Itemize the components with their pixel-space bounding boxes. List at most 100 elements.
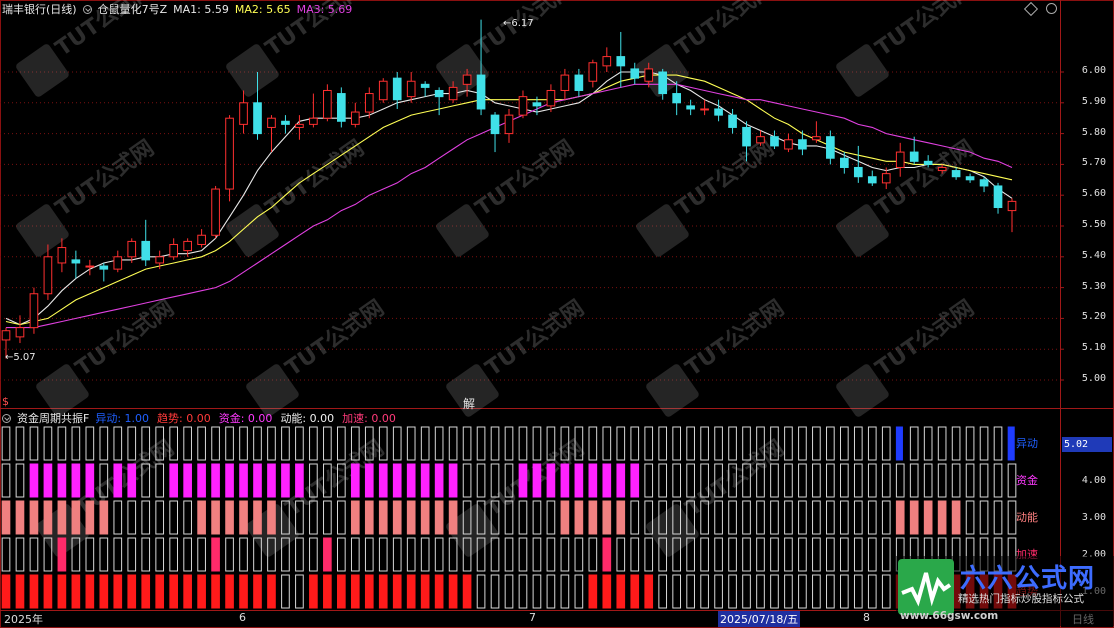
indicator-bar xyxy=(392,574,402,609)
indicator-bar xyxy=(211,426,220,461)
indicator-bar xyxy=(700,537,709,572)
indicator-bar xyxy=(993,426,1003,461)
indicator-bar xyxy=(518,537,528,572)
indicator-bar xyxy=(867,426,877,461)
indicator-bar xyxy=(337,537,346,572)
indicator-bar xyxy=(965,463,975,498)
indicator-bar xyxy=(993,500,1003,535)
watermark-slogan: 精选热门指标炒股指标公式 xyxy=(958,593,1084,605)
indicator-bar xyxy=(546,463,556,498)
indicator-bar xyxy=(923,500,933,535)
indicator-bar xyxy=(490,537,500,572)
candlestick xyxy=(784,133,793,153)
indicator-bar xyxy=(71,500,81,535)
indicator-bar xyxy=(85,426,95,461)
indicator-bar xyxy=(630,463,640,498)
indicator-bar xyxy=(113,463,123,498)
indicator-bar xyxy=(546,574,556,609)
current-date-label[interactable]: 2025/07/18/五 xyxy=(718,611,801,627)
indicator-bar xyxy=(518,426,528,461)
indicator-bar xyxy=(812,426,821,461)
candle-body xyxy=(211,188,220,236)
collapse-icon[interactable] xyxy=(2,413,11,423)
indicator-bar xyxy=(434,574,444,609)
watermark-tile: TUT公式网 xyxy=(16,136,159,257)
indicator-bar xyxy=(364,463,374,498)
price-tick-label: 5.50 xyxy=(1081,219,1106,230)
indicator-name[interactable]: 仓鼠量化7号Z xyxy=(98,1,168,17)
indicator-bar xyxy=(462,463,472,498)
indicator-bar xyxy=(141,537,151,572)
indicator-bar xyxy=(448,574,458,609)
indicator-bar xyxy=(1,463,11,498)
candlestick xyxy=(504,108,514,143)
indicator-bar xyxy=(895,500,905,535)
indicator-bar xyxy=(169,500,178,535)
indicator-bar xyxy=(364,537,374,572)
indicator-bar xyxy=(434,500,444,535)
circle-menu-icon[interactable] xyxy=(1046,3,1057,14)
indicator-bar xyxy=(476,426,486,461)
indicator-bar xyxy=(937,426,947,461)
indicator-bar xyxy=(490,574,500,609)
indicator-bar xyxy=(169,537,178,572)
indicator-bar xyxy=(127,426,137,461)
stock-name: 瑞丰银行(日线) xyxy=(2,3,77,16)
candlestick xyxy=(197,229,206,248)
indicator-bar xyxy=(141,574,151,609)
indicator-bar xyxy=(406,463,416,498)
watermark-tile-text: TUT公式网 xyxy=(281,296,389,382)
watermark-tile: TUT公式网 xyxy=(36,296,179,417)
candlestick xyxy=(169,238,178,260)
price-tick-label: 6.00 xyxy=(1081,65,1106,76)
indicator-bar xyxy=(504,537,514,572)
indicator-bar xyxy=(574,537,584,572)
indicator-bar xyxy=(420,574,430,609)
candlestick xyxy=(99,262,109,282)
indicator-header: 资金周期共振F 异动: 1.00 趋势: 0.00 资金: 0.00 动能: 0.00… xyxy=(2,411,396,425)
price-chart[interactable]: TUT公式网 TUT公式网 TUT公式网 TUT公式网 TUT公式网 TUT公式网 TUT公… xyxy=(0,0,1114,628)
indicator-bar xyxy=(560,463,570,498)
indicator-bar xyxy=(29,463,39,498)
indicator-bar xyxy=(323,574,332,609)
indicator-bar xyxy=(323,500,332,535)
indicator-bar xyxy=(756,574,765,609)
indicator-bar xyxy=(1007,426,1015,461)
candlestick xyxy=(239,90,248,134)
indicator-bar xyxy=(350,463,360,498)
indicator-bar xyxy=(798,500,807,535)
indicator-bar xyxy=(588,426,598,461)
indicator-title[interactable]: 资金周期共振F xyxy=(17,410,89,426)
indicator-value: 异动: 1.00 xyxy=(95,412,150,425)
indicator-bar xyxy=(155,500,165,535)
candle-body xyxy=(700,108,709,111)
candle-body xyxy=(350,111,360,125)
indicator-bar xyxy=(1,426,11,461)
candlestick xyxy=(867,170,877,186)
indicator-bar xyxy=(965,500,975,535)
candle-body xyxy=(378,80,388,101)
indicator-bar xyxy=(364,500,374,535)
low-price-value: 5.07 xyxy=(13,352,36,363)
indicator-bar xyxy=(239,426,248,461)
candlestick xyxy=(686,99,695,116)
indicator-bar xyxy=(518,500,528,535)
candle-body xyxy=(784,139,793,150)
candle-body xyxy=(770,136,779,147)
collapse-icon[interactable] xyxy=(82,4,92,14)
candle-body xyxy=(993,185,1003,209)
indicator-bar xyxy=(448,426,458,461)
candlestick xyxy=(714,99,723,122)
candle-body xyxy=(644,68,654,82)
indicator-bar xyxy=(588,574,598,609)
candle-body xyxy=(909,151,919,162)
candle-body xyxy=(853,166,863,178)
candlestick xyxy=(337,87,346,128)
indicator-bar xyxy=(183,463,192,498)
indicator-bar xyxy=(99,574,109,609)
watermark-brand: 六六公式网 xyxy=(960,564,1096,594)
indicator-bar xyxy=(770,537,779,572)
indicator-value: 加速: 0.00 xyxy=(342,412,396,425)
candlestick xyxy=(826,130,835,165)
candle-body xyxy=(420,83,430,88)
